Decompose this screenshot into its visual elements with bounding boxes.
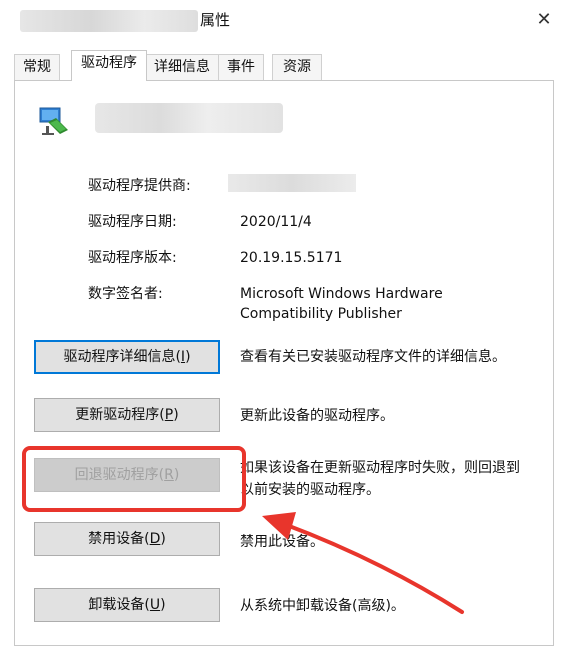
rollback-driver-label: 回退驱动程序(	[74, 467, 165, 483]
uninstall-device-button[interactable]: 卸载设备(U)	[34, 588, 220, 622]
update-driver-button[interactable]: 更新驱动程序(P)	[34, 398, 220, 432]
update-driver-accesskey: P	[164, 407, 174, 423]
driver-details-button[interactable]: 驱动程序详细信息(I)	[34, 340, 220, 374]
provider-label: 驱动程序提供商:	[88, 178, 191, 194]
redacted-provider-value	[228, 174, 356, 192]
rollback-driver-desc-line2: 以前安装的驱动程序。	[240, 482, 380, 498]
date-label: 驱动程序日期:	[88, 214, 177, 230]
tab-details[interactable]: 详细信息	[145, 54, 219, 80]
disable-device-desc: 禁用此设备。	[240, 534, 324, 550]
uninstall-device-desc: 从系统中卸载设备(高级)。	[240, 598, 405, 614]
uninstall-device-accesskey: U	[149, 597, 161, 613]
disable-device-suffix: )	[160, 531, 166, 547]
tab-events[interactable]: 事件	[218, 54, 264, 80]
close-button[interactable]: ✕	[530, 6, 558, 32]
tab-driver[interactable]: 驱动程序	[71, 50, 147, 81]
rollback-driver-button[interactable]: 回退驱动程序(R)	[34, 458, 220, 492]
uninstall-device-label: 卸载设备(	[88, 597, 150, 613]
redacted-device-title	[95, 103, 283, 133]
tab-strip: 常规 驱动程序 详细信息 事件 资源	[14, 50, 554, 81]
version-value: 20.19.15.5171	[240, 250, 343, 266]
redacted-device-name	[20, 10, 198, 32]
signer-value-line1: Microsoft Windows Hardware	[240, 286, 443, 302]
rollback-driver-desc-line1: 如果该设备在更新驱动程序时失败，则回退到	[240, 460, 520, 476]
rollback-driver-accesskey: R	[164, 467, 174, 483]
properties-dialog: 属性 ✕ 常规 驱动程序 详细信息 事件 资源 驱动程序提供商: 驱动程序日期:…	[0, 0, 568, 650]
update-driver-label: 更新驱动程序(	[75, 407, 165, 423]
version-label: 驱动程序版本:	[88, 250, 177, 266]
signer-label: 数字签名者:	[88, 286, 163, 302]
rollback-driver-suffix: )	[173, 467, 180, 483]
driver-details-desc: 查看有关已安装驱动程序文件的详细信息。	[240, 349, 506, 365]
driver-details-label: 驱动程序详细信息(	[63, 349, 181, 365]
tab-general[interactable]: 常规	[14, 54, 60, 80]
disable-device-label: 禁用设备(	[88, 531, 150, 547]
disable-device-button[interactable]: 禁用设备(D)	[34, 522, 220, 556]
signer-value-line2: Compatibility Publisher	[240, 306, 402, 322]
driver-details-suffix: )	[185, 349, 191, 365]
update-driver-suffix: )	[173, 407, 179, 423]
uninstall-device-suffix: )	[160, 597, 166, 613]
window-title: 属性	[200, 11, 231, 29]
update-driver-desc: 更新此设备的驱动程序。	[240, 408, 394, 424]
disable-device-accesskey: D	[149, 531, 161, 547]
close-icon: ✕	[536, 8, 552, 30]
monitor-adapter-icon	[39, 107, 68, 135]
date-value: 2020/11/4	[240, 214, 312, 230]
title-bar: 属性 ✕	[0, 0, 568, 40]
tab-resources[interactable]: 资源	[272, 54, 322, 80]
